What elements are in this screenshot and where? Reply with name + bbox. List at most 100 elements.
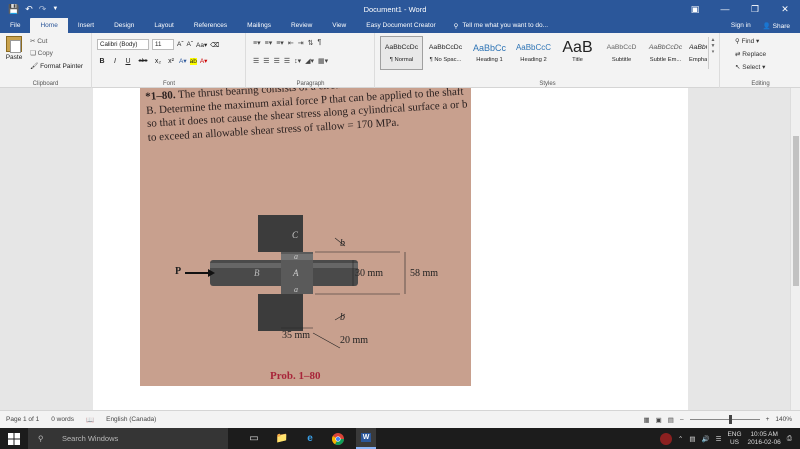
share-button[interactable]: 👤 Share xyxy=(763,22,790,30)
start-button[interactable] xyxy=(0,428,28,449)
tab-layout[interactable]: Layout xyxy=(144,18,184,33)
web-layout-icon[interactable]: ▤ xyxy=(668,416,674,424)
numbering-icon[interactable]: ≡▾ xyxy=(265,39,273,47)
print-layout-icon[interactable]: ▣ xyxy=(656,416,662,424)
tab-mailings[interactable]: Mailings xyxy=(237,18,281,33)
antivirus-icon[interactable] xyxy=(659,432,672,445)
text-effects-icon[interactable]: A▾ xyxy=(179,57,187,65)
subscript-button[interactable]: x₂ xyxy=(153,58,163,65)
multilevel-list-icon[interactable]: ≡▾ xyxy=(276,39,284,47)
chrome-icon[interactable] xyxy=(328,428,348,449)
show-hidden-icons-icon[interactable]: ⌃ xyxy=(678,435,683,443)
align-center-icon[interactable]: ☰ xyxy=(263,57,269,65)
read-mode-icon[interactable]: ▦ xyxy=(643,416,649,424)
file-explorer-icon[interactable]: 📁 xyxy=(272,428,292,449)
close-icon[interactable]: ✕ xyxy=(770,0,800,18)
search-icon: ⚲ xyxy=(38,434,44,443)
page-count[interactable]: Page 1 of 1 xyxy=(6,416,39,424)
style-heading-1[interactable]: AaBbCс Heading 1 xyxy=(468,36,511,70)
copy-button[interactable]: ❏ Copy xyxy=(30,49,53,57)
zoom-slider-thumb[interactable] xyxy=(728,415,732,424)
styles-gallery-scroll[interactable]: ▲ ▼ ▾ xyxy=(708,37,717,69)
ie-icon[interactable]: e xyxy=(300,428,320,449)
zoom-level[interactable]: 140% xyxy=(775,416,792,423)
tab-design[interactable]: Design xyxy=(104,18,144,33)
change-case-icon[interactable]: Aa▾ xyxy=(196,41,207,49)
underline-button[interactable]: U xyxy=(123,58,133,65)
borders-icon[interactable]: ▦▾ xyxy=(318,57,328,65)
tab-insert[interactable]: Insert xyxy=(68,18,104,33)
style-heading-2[interactable]: AaBbCcC Heading 2 xyxy=(512,36,555,70)
zoom-in-icon[interactable]: + xyxy=(766,416,770,423)
strikethrough-button[interactable]: abc xyxy=(136,58,150,64)
proofing-icon[interactable]: 📖 xyxy=(86,416,94,424)
zoom-slider[interactable] xyxy=(689,415,760,424)
style-subtle-emphasis[interactable]: AaBbCcDc Subtle Em... xyxy=(644,36,687,70)
volume-icon[interactable]: 🔊 xyxy=(702,435,710,443)
restore-icon[interactable]: ❐ xyxy=(740,0,770,18)
font-color-icon[interactable]: A▾ xyxy=(200,57,208,65)
action-center-icon[interactable]: ☰ xyxy=(716,435,722,443)
redo-icon[interactable]: ↷ xyxy=(39,4,47,15)
style-normal[interactable]: AaBbCcDc ¶ Normal xyxy=(380,36,423,70)
notifications-icon[interactable]: ⎙ xyxy=(787,435,792,443)
clear-formatting-icon[interactable]: ⌫ xyxy=(210,41,219,49)
style-no-spacing[interactable]: AaBbCcDc ¶ No Spac... xyxy=(424,36,467,70)
style-subtitle[interactable]: AaBbCcD Subtitle xyxy=(600,36,643,70)
save-icon[interactable]: 💾 xyxy=(8,4,19,15)
select-button[interactable]: ↖ Select ▾ xyxy=(735,63,765,71)
tab-home[interactable]: Home xyxy=(30,18,68,33)
ribbon-display-icon[interactable]: ▣ xyxy=(680,0,710,18)
tab-references[interactable]: References xyxy=(184,18,237,33)
shading-icon[interactable]: ◢▾ xyxy=(305,57,314,65)
font-name-select[interactable]: Calibri (Body) xyxy=(97,39,149,50)
scrollbar-thumb[interactable] xyxy=(793,136,799,286)
customize-icon[interactable]: ▼ xyxy=(52,6,58,12)
tab-easy-document-creator[interactable]: Easy Document Creator xyxy=(356,18,445,33)
word-icon[interactable]: W xyxy=(356,428,376,449)
zoom-out-icon[interactable]: – xyxy=(680,416,684,423)
increase-indent-icon[interactable]: ⇥ xyxy=(298,39,304,47)
dim-30mm: 30 mm xyxy=(355,268,384,279)
more-styles-icon[interactable]: ▾ xyxy=(712,49,715,55)
find-label: Find xyxy=(741,38,755,45)
tab-file[interactable]: File xyxy=(0,18,30,33)
align-right-icon[interactable]: ☰ xyxy=(274,57,280,65)
pilcrow-icon[interactable]: ¶ xyxy=(317,39,321,47)
style-emphasis[interactable]: AaBbCcDc Emphasis xyxy=(688,36,708,70)
word-count[interactable]: 0 words xyxy=(51,416,74,424)
decrease-indent-icon[interactable]: ⇤ xyxy=(288,39,294,47)
tab-view[interactable]: View xyxy=(322,18,356,33)
input-language[interactable]: ENG US xyxy=(727,431,741,447)
justify-icon[interactable]: ☰ xyxy=(284,57,290,65)
highlight-icon[interactable]: ab xyxy=(189,57,197,65)
sign-in-link[interactable]: Sign in xyxy=(731,22,751,29)
font-size-select[interactable]: 11 xyxy=(152,39,174,50)
grow-font-icon[interactable]: Aˆ xyxy=(177,41,184,48)
italic-button[interactable]: I xyxy=(110,58,120,65)
undo-icon[interactable]: ↶ xyxy=(25,4,33,15)
superscript-button[interactable]: x² xyxy=(166,58,176,65)
line-spacing-icon[interactable]: ↕▾ xyxy=(294,57,301,65)
sort-icon[interactable]: ⇅ xyxy=(308,39,314,47)
bold-button[interactable]: B xyxy=(97,58,107,65)
tab-review[interactable]: Review xyxy=(281,18,322,33)
vertical-scrollbar[interactable] xyxy=(790,88,800,410)
taskbar-search[interactable]: ⚲ Search Windows xyxy=(28,428,228,449)
align-left-icon[interactable]: ☰ xyxy=(253,57,259,65)
paste-button[interactable]: Paste xyxy=(3,36,25,61)
find-button[interactable]: ⚲ Find ▾ xyxy=(735,37,759,45)
document-page[interactable]: *1–80. The thrust bearing consists of a … xyxy=(93,88,688,410)
bullets-icon[interactable]: ≡▾ xyxy=(253,39,261,47)
task-view-icon[interactable]: ▭ xyxy=(244,428,264,449)
replace-button[interactable]: ⇄ Replace xyxy=(735,50,766,58)
clock[interactable]: 10:05 AM 2016-02-06 xyxy=(748,431,781,447)
cut-button[interactable]: ✂ Cut xyxy=(30,37,47,45)
minimize-icon[interactable]: — xyxy=(710,0,740,18)
language-indicator[interactable]: English (Canada) xyxy=(106,416,156,424)
format-painter-button[interactable]: 🖌 Format Painter xyxy=(30,62,83,70)
network-icon[interactable]: ▤ xyxy=(689,435,695,443)
tell-me-box[interactable]: ⚲ Tell me what you want to do... xyxy=(454,18,548,33)
style-title[interactable]: AaB Title xyxy=(556,36,599,70)
shrink-font-icon[interactable]: Aˇ xyxy=(187,41,194,48)
